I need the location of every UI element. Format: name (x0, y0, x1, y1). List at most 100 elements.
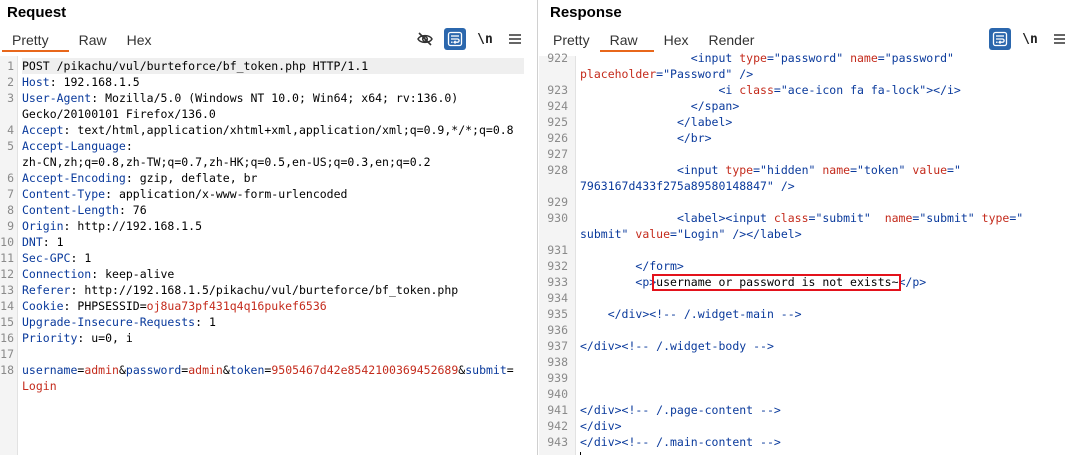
header-name: Host (22, 75, 50, 89)
param-value: 9505467d42e8542100369452689 (271, 363, 459, 377)
newline-toggle-button[interactable]: \n (474, 28, 496, 50)
request-line: Priority: u=0, i (22, 330, 133, 346)
line-number: 922 (547, 51, 568, 65)
html-attr-name: name (884, 211, 913, 225)
cookie-value: oj8ua73pf431q4q16pukef6536 (146, 299, 327, 313)
line-number: 7 (7, 187, 14, 201)
header-name: Connection (22, 267, 92, 281)
response-editor[interactable]: 922 923 924 925 926 927 928 929 930 931 932 933 934 9… (539, 51, 1065, 455)
html-attr-value: "token" (857, 163, 906, 177)
line-number: 8 (7, 203, 14, 217)
line-number: 3 (7, 91, 14, 105)
html-attr-value: "hidden" (760, 163, 816, 177)
html-tag: </form> (635, 259, 684, 273)
html-tag: <label> (676, 211, 726, 225)
response-code[interactable]: <input type="password" name="password" pl… (580, 51, 1065, 455)
line-number: 943 (547, 435, 568, 449)
html-tag: </div> (580, 403, 622, 417)
header-value: 1 (202, 315, 216, 329)
response-menu-button[interactable] (1049, 28, 1065, 50)
line-number: 938 (547, 355, 568, 369)
line-number: 9 (7, 219, 14, 233)
line-text: POST /pikachu/vul/burteforce/bf_token.ph… (22, 59, 369, 73)
response-line: </div><!-- /.widget-body --> (580, 338, 774, 354)
header-name: Priority (22, 331, 78, 345)
response-line: <input type="hidden" name="token" value=… (580, 162, 961, 178)
menu-icon (509, 34, 521, 44)
html-tag: <!-- /.widget-body --> (621, 339, 774, 353)
param-separator: & (118, 363, 126, 377)
line-number (0, 154, 14, 170)
line-number: 937 (547, 339, 568, 353)
header-name: Cookie (22, 299, 64, 313)
header-value: http://192.168.1.5/pikachu/vul/burteforc… (77, 283, 459, 297)
line-number: 935 (547, 307, 568, 321)
hide-whitespace-button[interactable] (414, 28, 436, 50)
response-tabs: Pretty Raw Hex Render (543, 30, 764, 52)
request-menu-button[interactable] (504, 28, 526, 50)
line-number: 925 (547, 115, 568, 129)
newline-label: \n (477, 31, 493, 47)
response-tab-pretty[interactable]: Pretty (543, 30, 600, 52)
header-name: Content-Type (22, 187, 106, 201)
line-number: 940 (547, 387, 568, 401)
header-value: text/html,application/xhtml+xml,applicat… (70, 123, 514, 137)
request-tab-raw[interactable]: Raw (69, 30, 117, 52)
request-line: Sec-GPC: 1 (22, 250, 91, 266)
line-number (0, 378, 14, 394)
request-tabs: Pretty Raw Hex (2, 30, 162, 52)
html-tag: </br> (676, 131, 712, 145)
header-name: DNT (22, 235, 43, 249)
html-tag: <input (690, 51, 740, 65)
html-attr-value: "password" (773, 51, 844, 65)
request-line: User-Agent: Mozilla/5.0 (Windows NT 10.0… (22, 90, 458, 106)
html-tag: /> (780, 179, 795, 193)
line-number: 13 (0, 283, 14, 297)
wrap-icon (992, 31, 1008, 47)
response-tab-raw[interactable]: Raw (599, 30, 654, 52)
html-tag: <i (718, 83, 740, 97)
request-line: Referer: http://192.168.1.5/pikachu/vul/… (22, 282, 458, 298)
response-word-wrap-button[interactable] (989, 28, 1011, 50)
header-value: 1 (49, 235, 64, 249)
header-name: Accept (22, 123, 64, 137)
header-name: Accept-Language (22, 139, 126, 153)
request-tab-pretty[interactable]: Pretty (2, 30, 69, 52)
request-line: username=admin&password=admin&token=9505… (22, 362, 514, 378)
html-tag: <input (676, 163, 726, 177)
request-line: Accept-Language: (22, 138, 133, 154)
line-number (539, 226, 568, 242)
request-line: Cookie: PHPSESSID=oj8ua73pf431q4q16pukef… (22, 298, 327, 314)
header-value: 192.168.1.5 (56, 75, 140, 89)
response-title: Response (550, 4, 622, 21)
html-attr-value: 7963167d433f275a89580148847" (580, 179, 774, 193)
response-newline-label: \n (1022, 31, 1038, 47)
response-tab-hex[interactable]: Hex (654, 30, 699, 52)
html-tag: </div> (580, 419, 622, 433)
html-attr-name: name (822, 163, 851, 177)
request-editor[interactable]: 1 2 3 4 5 6 7 8 9 10 11 12 13 14 15 16 17 18 POST /pikach… (0, 56, 537, 455)
header-colon: : (49, 75, 57, 89)
line-text: Gecko/20100101 Firefox/136.0 (22, 107, 216, 121)
html-attr-value: submit" (580, 227, 629, 241)
html-attr-name: type (739, 51, 767, 65)
line-number: 16 (0, 331, 14, 345)
response-line: </div><!-- /.widget-main --> (580, 306, 802, 322)
response-newline-toggle-button[interactable]: \n (1019, 28, 1041, 50)
word-wrap-button[interactable] (444, 28, 466, 50)
html-tag: </span> (690, 99, 740, 113)
response-pane: Response Pretty Raw Hex Render \n 922 923 924… (539, 0, 1065, 455)
request-line: POST /pikachu/vul/burteforce/bf_token.ph… (22, 58, 524, 74)
line-number: 5 (7, 139, 14, 153)
html-attr-name: placeholder (580, 67, 657, 81)
param-name: token (229, 363, 265, 377)
response-line: 7963167d433f275a89580148847" /> (580, 178, 795, 194)
request-tab-hex[interactable]: Hex (117, 30, 162, 52)
response-tab-render[interactable]: Render (699, 30, 765, 52)
request-code[interactable]: POST /pikachu/vul/burteforce/bf_token.ph… (22, 56, 537, 455)
